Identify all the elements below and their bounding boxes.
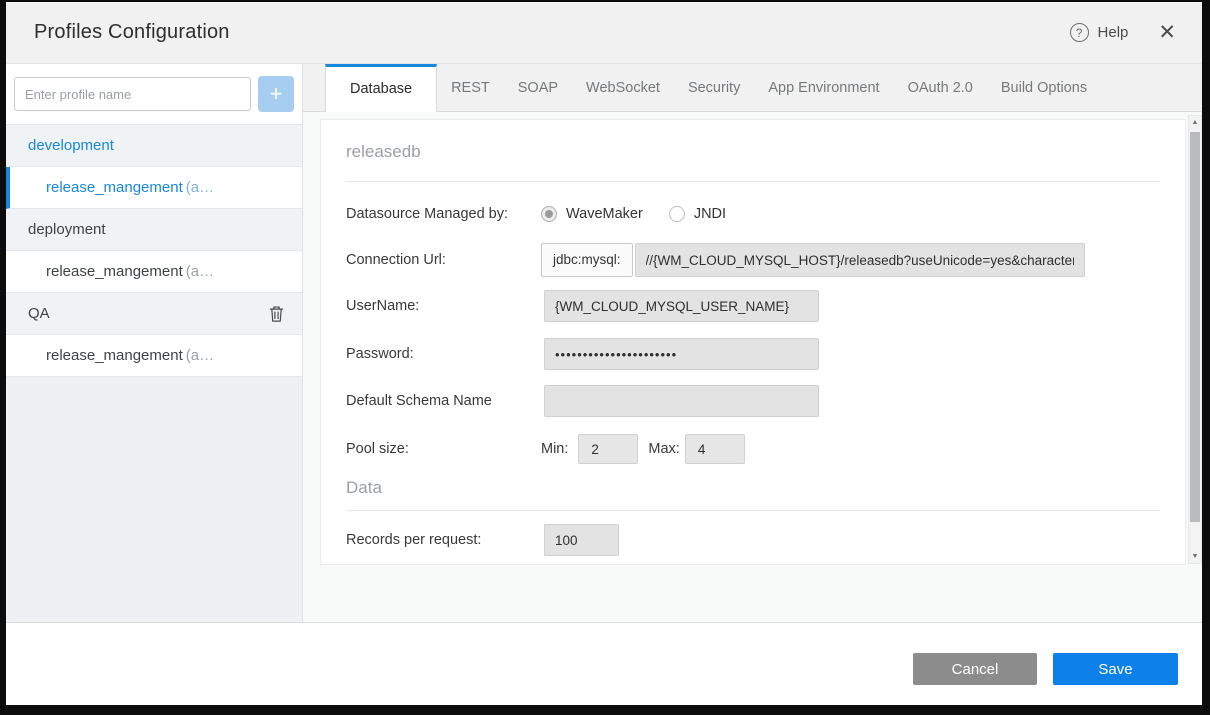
pool-max-input[interactable] xyxy=(685,434,745,464)
section-divider xyxy=(346,510,1160,511)
records-label: Records per request: xyxy=(346,532,541,548)
profile-item-suffix: (a… xyxy=(186,263,214,280)
pool-size-label: Pool size: xyxy=(346,441,541,457)
profiles-configuration-dialog: Profiles Configuration ? Help ✕ + develo… xyxy=(6,2,1202,703)
profile-group-label: deployment xyxy=(28,221,106,238)
dialog-header: Profiles Configuration ? Help ✕ xyxy=(6,2,1202,64)
scroll-up-icon[interactable]: ▲ xyxy=(1189,119,1201,126)
cancel-button[interactable]: Cancel xyxy=(913,653,1037,685)
database-scroll-area: releasedb Datasource Managed by: WaveMak… xyxy=(303,112,1202,565)
delete-profile-button[interactable] xyxy=(269,305,284,327)
profiles-sidebar: + development release_mangement (a… depl… xyxy=(6,64,303,622)
trash-icon xyxy=(269,305,284,323)
password-row: Password: xyxy=(346,338,1165,370)
radio-wavemaker-label: WaveMaker xyxy=(566,206,643,222)
tabbar-divider xyxy=(303,111,1202,112)
sidebar-item-qa[interactable]: QA xyxy=(6,293,302,335)
pool-max-label: Max: xyxy=(648,441,679,457)
page-title: Profiles Configuration xyxy=(34,21,230,44)
help-button[interactable]: ? Help xyxy=(1070,23,1129,42)
plus-icon: + xyxy=(270,81,283,107)
radio-jndi[interactable]: JNDI xyxy=(669,206,726,222)
tab-soap[interactable]: SOAP xyxy=(504,64,572,112)
radio-unselected-icon xyxy=(669,206,685,222)
sidebar-item-development[interactable]: development xyxy=(6,125,302,167)
help-label: Help xyxy=(1098,24,1129,41)
schema-input[interactable] xyxy=(544,385,819,417)
sidebar-item-qa-release-mangement[interactable]: release_mangement (a… xyxy=(6,335,302,377)
profile-name-input[interactable] xyxy=(14,77,251,111)
profile-item-suffix: (a… xyxy=(186,179,214,196)
profile-content: Database REST SOAP WebSocket Security Ap… xyxy=(303,64,1202,622)
help-icon: ? xyxy=(1070,23,1089,42)
radio-selected-icon xyxy=(541,206,557,222)
tab-oauth[interactable]: OAuth 2.0 xyxy=(894,64,987,112)
password-input[interactable] xyxy=(544,338,819,370)
profile-list: development release_mangement (a… deploy… xyxy=(6,124,302,377)
sidebar-item-development-release-mangement[interactable]: release_mangement (a… xyxy=(6,167,302,209)
tab-app-environment[interactable]: App Environment xyxy=(754,64,893,112)
profile-group-label: QA xyxy=(28,305,50,322)
add-profile-button[interactable]: + xyxy=(258,76,294,112)
tab-rest[interactable]: REST xyxy=(437,64,504,112)
profile-item-label: release_mangement xyxy=(46,179,183,196)
profile-item-label: release_mangement xyxy=(46,263,183,280)
pool-min-label: Min: xyxy=(541,441,568,457)
config-tabbar: Database REST SOAP WebSocket Security Ap… xyxy=(303,64,1202,112)
username-row: UserName: xyxy=(346,290,1165,322)
sidebar-item-deployment-release-mangement[interactable]: release_mangement (a… xyxy=(6,251,302,293)
datasource-label: Datasource Managed by: xyxy=(346,206,541,222)
save-button[interactable]: Save xyxy=(1053,653,1178,685)
scrollbar[interactable]: ▲ ▼ xyxy=(1188,115,1202,564)
profile-item-suffix: (a… xyxy=(186,347,214,364)
sidebar-item-deployment[interactable]: deployment xyxy=(6,209,302,251)
pool-min-input[interactable] xyxy=(578,434,638,464)
username-input[interactable] xyxy=(544,290,819,322)
records-row: Records per request: xyxy=(346,524,1165,556)
profile-search-row: + xyxy=(6,64,302,124)
tab-websocket[interactable]: WebSocket xyxy=(572,64,674,112)
tab-build-options[interactable]: Build Options xyxy=(987,64,1101,112)
connection-url-input[interactable] xyxy=(635,243,1085,277)
close-icon[interactable]: ✕ xyxy=(1158,22,1176,43)
connection-url-label: Connection Url: xyxy=(346,252,541,268)
dialog-footer: Cancel Save xyxy=(6,622,1202,705)
scrollbar-thumb[interactable] xyxy=(1190,132,1200,522)
profile-item-label: release_mangement xyxy=(46,347,183,364)
tab-security[interactable]: Security xyxy=(674,64,754,112)
scroll-down-icon[interactable]: ▼ xyxy=(1189,553,1201,560)
radio-wavemaker[interactable]: WaveMaker xyxy=(541,206,643,222)
username-label: UserName: xyxy=(346,298,541,314)
pool-size-row: Pool size: Min: Max: xyxy=(346,434,1165,464)
profile-group-label: development xyxy=(28,137,114,154)
database-section-title: releasedb xyxy=(346,142,421,162)
connection-url-row: Connection Url: jdbc:mysql: xyxy=(346,243,1165,277)
schema-label: Default Schema Name xyxy=(346,393,541,409)
records-input[interactable] xyxy=(544,524,619,556)
database-form-panel: releasedb Datasource Managed by: WaveMak… xyxy=(320,119,1186,565)
tab-database[interactable]: Database xyxy=(325,64,437,112)
radio-jndi-label: JNDI xyxy=(694,206,726,222)
jdbc-prefix: jdbc:mysql: xyxy=(541,243,633,277)
schema-row: Default Schema Name xyxy=(346,385,1165,417)
datasource-row: Datasource Managed by: WaveMaker JNDI xyxy=(346,198,1165,230)
data-section-title: Data xyxy=(346,478,382,498)
section-divider xyxy=(346,181,1160,182)
password-label: Password: xyxy=(346,346,541,362)
